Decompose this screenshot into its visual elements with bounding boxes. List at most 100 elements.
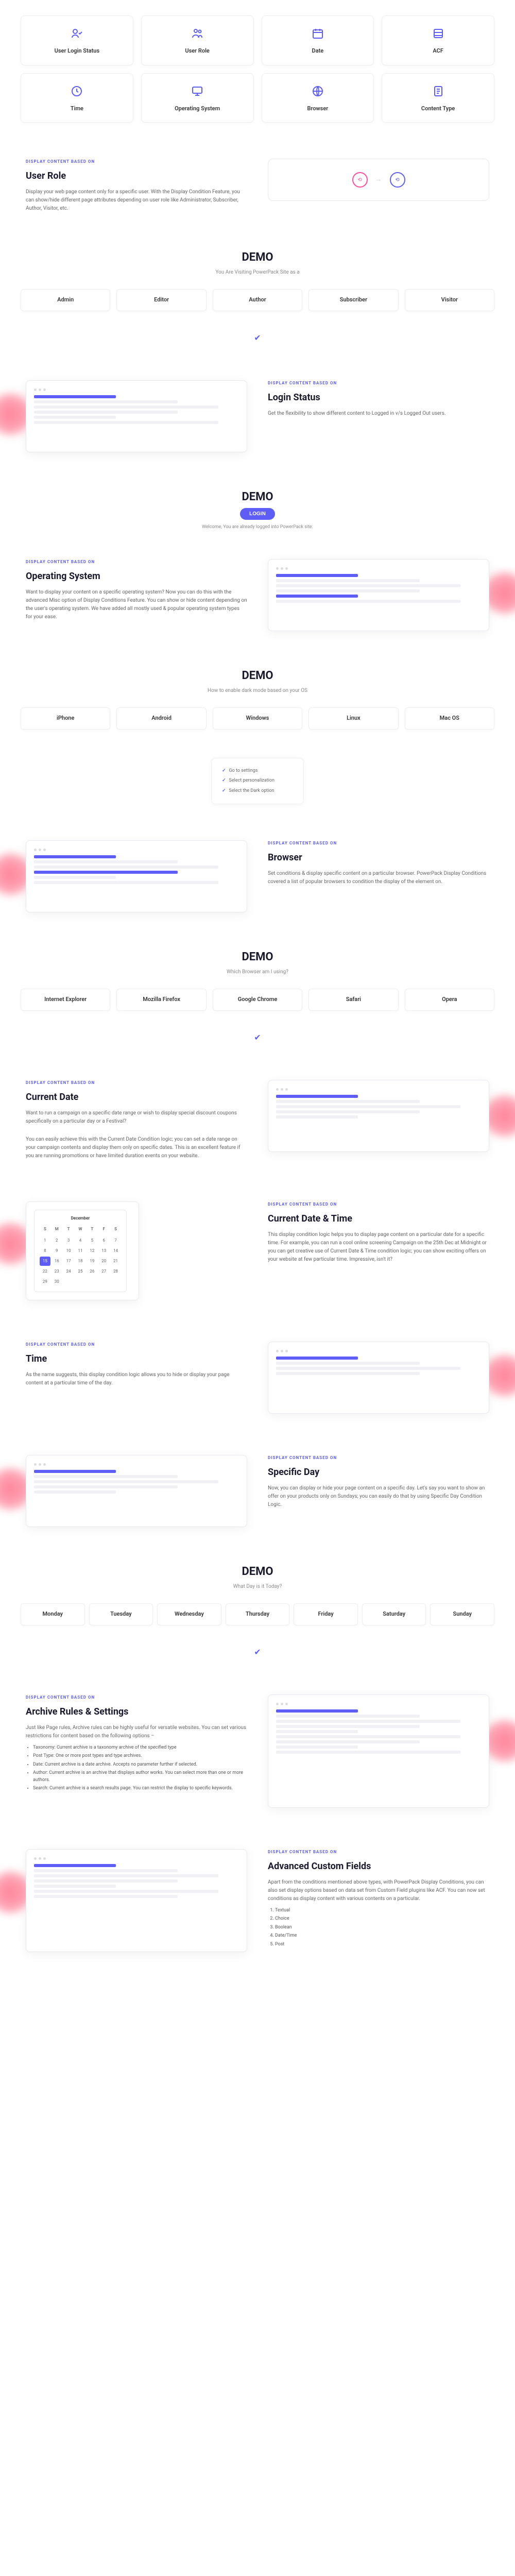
- card-browser[interactable]: Browser: [262, 73, 374, 123]
- demo-title: DEMO: [0, 1563, 515, 1580]
- demo-subtitle: How to enable dark mode based on your OS: [0, 687, 515, 694]
- browser-demo-header: DEMO Which Browser am I using?: [0, 933, 515, 984]
- description-2: You can easily achieve this with the Cur…: [26, 1136, 247, 1160]
- tab-sat[interactable]: Saturday: [362, 1603, 426, 1625]
- eyebrow: DISPLAY CONTENT BASED ON: [26, 1342, 247, 1348]
- description: Want to display your content on a specif…: [26, 588, 247, 621]
- card-date[interactable]: Date: [262, 15, 374, 65]
- description: Just like Page rules, Archive rules can …: [26, 1724, 247, 1740]
- archive-bullets: Taxonomy: Current archive is a taxonomy …: [26, 1744, 247, 1792]
- calendar-mockup: December SMTWTFS 12345678910111213141516…: [26, 1201, 139, 1300]
- tab-sun[interactable]: Sunday: [430, 1603, 494, 1625]
- feature-icon-grid: User Login Status User Role Date ACF Tim…: [0, 0, 515, 138]
- bullet-item: Textual: [275, 1907, 489, 1914]
- tab-visitor[interactable]: Visitor: [405, 289, 494, 311]
- heading: Advanced Custom Fields: [268, 1859, 489, 1873]
- heading: Operating System: [26, 569, 247, 583]
- card-label: Browser: [267, 105, 369, 113]
- bullet-item: Date/Time: [275, 1933, 489, 1940]
- tab-tue[interactable]: Tuesday: [89, 1603, 153, 1625]
- description: Get the flexibility to show different co…: [268, 410, 489, 418]
- login-note: Welcome, You are already logged into Pow…: [0, 524, 515, 531]
- settings-mockup: [268, 1080, 489, 1152]
- tab-mon[interactable]: Monday: [21, 1603, 85, 1625]
- check-item: Select the Dark option: [222, 786, 293, 796]
- tab-windows[interactable]: Windows: [213, 707, 302, 730]
- check-icon: ✔: [0, 1646, 515, 1674]
- card-time[interactable]: Time: [21, 73, 133, 123]
- role-illustration: ⟲ → ⟲: [268, 159, 489, 201]
- tab-ie[interactable]: Internet Explorer: [21, 989, 110, 1011]
- tab-opera[interactable]: Opera: [405, 989, 494, 1011]
- bullet-item: Boolean: [275, 1924, 489, 1931]
- settings-mockup: [268, 559, 489, 631]
- demo-title: DEMO: [0, 488, 515, 505]
- clock-icon: [68, 83, 85, 99]
- os-checklist: Go to settings Select personalization Se…: [211, 758, 304, 805]
- tab-wed[interactable]: Wednesday: [157, 1603, 221, 1625]
- demo-subtitle: You Are Visiting PowerPack Site as a: [0, 268, 515, 276]
- card-label: Time: [26, 105, 128, 113]
- circle-icon: ⟲: [390, 172, 405, 188]
- tab-author[interactable]: Author: [213, 289, 302, 311]
- tab-subscriber[interactable]: Subscriber: [308, 289, 398, 311]
- tab-admin[interactable]: Admin: [21, 289, 110, 311]
- os-demo-header: DEMO How to enable dark mode based on yo…: [0, 652, 515, 702]
- card-user-role[interactable]: User Role: [141, 15, 254, 65]
- heading: Browser: [268, 851, 489, 865]
- tab-chrome[interactable]: Google Chrome: [213, 989, 302, 1011]
- heading: Login Status: [268, 391, 489, 404]
- bullet-item: Search: Current archive is a search resu…: [33, 1785, 247, 1792]
- file-icon: [430, 83, 447, 99]
- tab-firefox[interactable]: Mozilla Firefox: [116, 989, 206, 1011]
- check-icon: ✔: [0, 1031, 515, 1059]
- heading: Current Date: [26, 1090, 247, 1104]
- section-acf: DISPLAY CONTENT BASED ON Advanced Custom…: [0, 1828, 515, 1973]
- tab-editor[interactable]: Editor: [116, 289, 206, 311]
- eyebrow: DISPLAY CONTENT BASED ON: [268, 840, 489, 846]
- browser-tabs: Internet Explorer Mozilla Firefox Google…: [0, 984, 515, 1031]
- card-label: User Role: [147, 47, 248, 56]
- demo-title: DEMO: [0, 249, 515, 266]
- tab-iphone[interactable]: iPhone: [21, 707, 110, 730]
- card-os[interactable]: Operating System: [141, 73, 254, 123]
- eyebrow: DISPLAY CONTENT BASED ON: [26, 559, 247, 565]
- demo-subtitle: Which Browser am I using?: [0, 968, 515, 976]
- card-label: Content Type: [387, 105, 489, 113]
- demo-header: DEMO You Are Visiting PowerPack Site as …: [0, 233, 515, 284]
- eyebrow: DISPLAY CONTENT BASED ON: [268, 380, 489, 386]
- login-button[interactable]: LOGIN: [240, 508, 275, 520]
- description: As the name suggests, this display condi…: [26, 1371, 247, 1387]
- tab-linux[interactable]: Linux: [308, 707, 398, 730]
- settings-mockup: [26, 840, 247, 912]
- card-label: Operating System: [147, 105, 248, 113]
- calendar-icon: [310, 25, 326, 42]
- demo-title: DEMO: [0, 948, 515, 965]
- acf-bullets: Textual Choice Boolean Date/Time Post: [268, 1907, 489, 1948]
- card-label: ACF: [387, 47, 489, 56]
- eyebrow: DISPLAY CONTENT BASED ON: [26, 1694, 247, 1701]
- section-datetime: December SMTWTFS 12345678910111213141516…: [0, 1181, 515, 1321]
- tab-safari[interactable]: Safari: [308, 989, 398, 1011]
- heading: Specific Day: [268, 1465, 489, 1479]
- tab-thu[interactable]: Thursday: [226, 1603, 290, 1625]
- description: Set conditions & display specific conten…: [268, 870, 489, 886]
- tab-android[interactable]: Android: [116, 707, 206, 730]
- card-login-status[interactable]: User Login Status: [21, 15, 133, 65]
- card-label: User Login Status: [26, 47, 128, 56]
- tab-fri[interactable]: Friday: [294, 1603, 358, 1625]
- login-demo: DEMO LOGIN Welcome, You are already logg…: [0, 473, 515, 539]
- card-acf[interactable]: ACF: [382, 15, 494, 65]
- tab-macos[interactable]: Mac OS: [405, 707, 494, 730]
- settings-mockup: [26, 1455, 247, 1527]
- bullet-item: Post: [275, 1941, 489, 1948]
- description: This display condition logic helps you t…: [268, 1231, 489, 1264]
- description: Display your web page content only for a…: [26, 188, 247, 213]
- section-login-status: DISPLAY CONTENT BASED ON Login Status Ge…: [0, 360, 515, 473]
- circle-icon: ⟲: [352, 172, 368, 188]
- check-icon: ✔: [0, 332, 515, 360]
- settings-mockup: [268, 1694, 489, 1808]
- bullet-item: Date: Current archive is a date archive.…: [33, 1761, 247, 1769]
- section-specific-day: DISPLAY CONTENT BASED ON Specific Day No…: [0, 1434, 515, 1548]
- card-content-type[interactable]: Content Type: [382, 73, 494, 123]
